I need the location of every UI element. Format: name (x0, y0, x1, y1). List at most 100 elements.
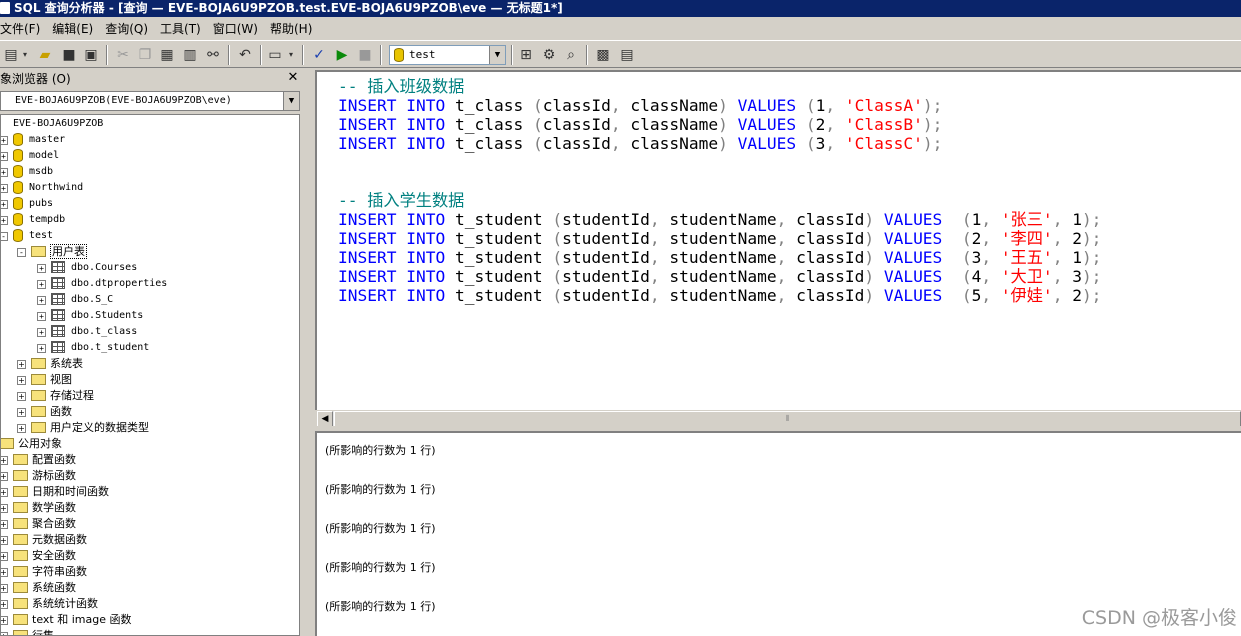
grid-mode-dropdown-icon[interactable]: ▾ (286, 46, 296, 64)
expand-icon[interactable]: + (37, 280, 46, 289)
object-browser-icon[interactable]: ▩ (594, 46, 612, 64)
expand-icon[interactable]: + (1, 616, 8, 625)
collapse-icon[interactable]: - (1, 232, 8, 241)
menu-edit[interactable]: 编辑(E) (46, 18, 99, 40)
tree-node-folder[interactable]: + 字符串函数 (1, 564, 87, 580)
show-plan-icon[interactable]: ⊞ (517, 46, 535, 64)
tree-node-folder[interactable]: -公用对象 (1, 436, 62, 452)
query-editor[interactable]: -- 插入班级数据 INSERT INTO t_class (classId, c… (315, 70, 1241, 410)
menu-tools[interactable]: 工具(T) (154, 18, 207, 40)
expand-icon[interactable]: + (1, 504, 8, 513)
tree-node-folder[interactable]: + 系统表 (17, 356, 83, 372)
tree-node-folder[interactable]: + 安全函数 (1, 548, 76, 564)
tree-node-table[interactable]: + dbo.dtproperties (37, 276, 167, 292)
tree-node-db[interactable]: + pubs (1, 196, 53, 212)
tree-node-folder[interactable]: + 日期和时间函数 (1, 484, 109, 500)
tree-node-db[interactable]: + tempdb (1, 212, 65, 228)
scrollbar-thumb[interactable]: ⦀ (334, 411, 1241, 427)
expand-icon[interactable]: + (17, 424, 26, 433)
tree-node-table[interactable]: + dbo.t_student (37, 340, 149, 356)
tree-node-folder[interactable]: + text 和 image 函数 (1, 612, 131, 628)
stop-icon[interactable]: ■ (356, 46, 374, 64)
tree-node-folder[interactable]: + 配置函数 (1, 452, 76, 468)
expand-icon[interactable]: + (37, 328, 46, 337)
find-icon[interactable]: ⚯ (204, 46, 222, 64)
chevron-down-icon[interactable]: ▼ (489, 46, 505, 64)
menu-query[interactable]: 查询(Q) (99, 18, 154, 40)
estimate-plan-icon[interactable]: ⌕ (562, 46, 580, 64)
grid-mode-icon[interactable]: ▭ (266, 46, 284, 64)
tree-node-folder[interactable]: + 游标函数 (1, 468, 76, 484)
tree-node-folder[interactable]: - 用户表 (17, 244, 87, 260)
tree-node-folder[interactable]: + 行集 (1, 628, 54, 635)
tree-node-folder[interactable]: + 视图 (17, 372, 72, 388)
tree-node-table[interactable]: + dbo.Courses (37, 260, 137, 276)
expand-icon[interactable]: + (1, 136, 8, 145)
expand-icon[interactable]: + (1, 472, 8, 481)
tree-node-table[interactable]: + dbo.t_class (37, 324, 137, 340)
expand-icon[interactable]: + (1, 152, 8, 161)
tree-node-db[interactable]: + model (1, 148, 59, 164)
tree-node-table[interactable]: + dbo.Students (37, 308, 143, 324)
tree-node-folder[interactable]: + 元数据函数 (1, 532, 87, 548)
collapse-icon[interactable]: - (17, 248, 26, 257)
menu-file[interactable]: 文件(F) (0, 18, 46, 40)
expand-icon[interactable]: + (1, 632, 8, 635)
expand-icon[interactable]: + (1, 184, 8, 193)
menu-help[interactable]: 帮助(H) (264, 18, 318, 40)
copy-icon[interactable]: ❐ (136, 46, 154, 64)
tree-node-folder[interactable]: + 系统统计函数 (1, 596, 98, 612)
tree-node-folder[interactable]: + 函数 (17, 404, 72, 420)
server-select[interactable]: EVE-BOJA6U9PZOB(EVE-BOJA6U9PZOB\eve) ▼ (0, 91, 300, 111)
tree-node-db[interactable]: - test (1, 228, 53, 244)
tree-node-db[interactable]: + master (1, 132, 65, 148)
expand-icon[interactable]: + (1, 536, 8, 545)
tree-node-folder[interactable]: + 数学函数 (1, 500, 76, 516)
expand-icon[interactable]: + (1, 168, 8, 177)
expand-icon[interactable]: + (37, 264, 46, 273)
expand-icon[interactable]: + (1, 552, 8, 561)
new-query-dropdown-icon[interactable]: ▾ (20, 46, 30, 64)
database-select[interactable]: test ▼ (389, 45, 506, 65)
new-query-icon[interactable]: ▤ (2, 46, 20, 64)
expand-icon[interactable]: + (17, 360, 26, 369)
expand-icon[interactable]: + (37, 344, 46, 353)
expand-icon[interactable]: + (1, 520, 8, 529)
tree-node-db[interactable]: + msdb (1, 164, 53, 180)
properties-icon[interactable]: ▤ (618, 46, 636, 64)
close-icon[interactable]: ✕ (286, 70, 300, 86)
undo-icon[interactable]: ↶ (236, 46, 254, 64)
tree-node-server[interactable]: EVE-BOJA6U9PZOB (13, 116, 103, 132)
tree-node-folder[interactable]: + 聚合函数 (1, 516, 76, 532)
expand-icon[interactable]: + (1, 600, 8, 609)
expand-icon[interactable]: + (1, 568, 8, 577)
load-icon[interactable]: ▣ (82, 46, 100, 64)
tree-node-folder[interactable]: + 用户定义的数据类型 (17, 420, 149, 436)
expand-icon[interactable]: + (17, 408, 26, 417)
expand-icon[interactable]: + (1, 216, 8, 225)
open-icon[interactable]: ▰ (36, 46, 54, 64)
save-icon[interactable]: ■ (60, 46, 78, 64)
menu-window[interactable]: 窗口(W) (207, 18, 264, 40)
tree-node-folder[interactable]: + 存储过程 (17, 388, 94, 404)
tree-node-folder[interactable]: + 系统函数 (1, 580, 76, 596)
expand-icon[interactable]: + (37, 312, 46, 321)
parse-icon[interactable]: ✓ (310, 46, 328, 64)
tree-node-db[interactable]: + Northwind (1, 180, 83, 196)
scroll-left-icon[interactable]: ◀ (317, 411, 333, 427)
expand-icon[interactable]: + (37, 296, 46, 305)
expand-icon[interactable]: + (1, 488, 8, 497)
expand-icon[interactable]: + (1, 584, 8, 593)
paste-icon[interactable]: ▦ (158, 46, 176, 64)
cut-icon[interactable]: ✂ (114, 46, 132, 64)
expand-icon[interactable]: + (1, 456, 8, 465)
expand-icon[interactable]: + (17, 376, 26, 385)
splitter-vertical[interactable] (303, 68, 315, 636)
execute-icon[interactable]: ▶ (333, 46, 351, 64)
chevron-down-icon[interactable]: ▼ (283, 92, 299, 110)
expand-icon[interactable]: + (1, 200, 8, 209)
expand-icon[interactable]: + (17, 392, 26, 401)
editor-horizontal-scrollbar[interactable]: ◀ ⦀ (317, 410, 1241, 427)
tree-node-table[interactable]: + dbo.S_C (37, 292, 113, 308)
trace-icon[interactable]: ⚙ (540, 46, 558, 64)
